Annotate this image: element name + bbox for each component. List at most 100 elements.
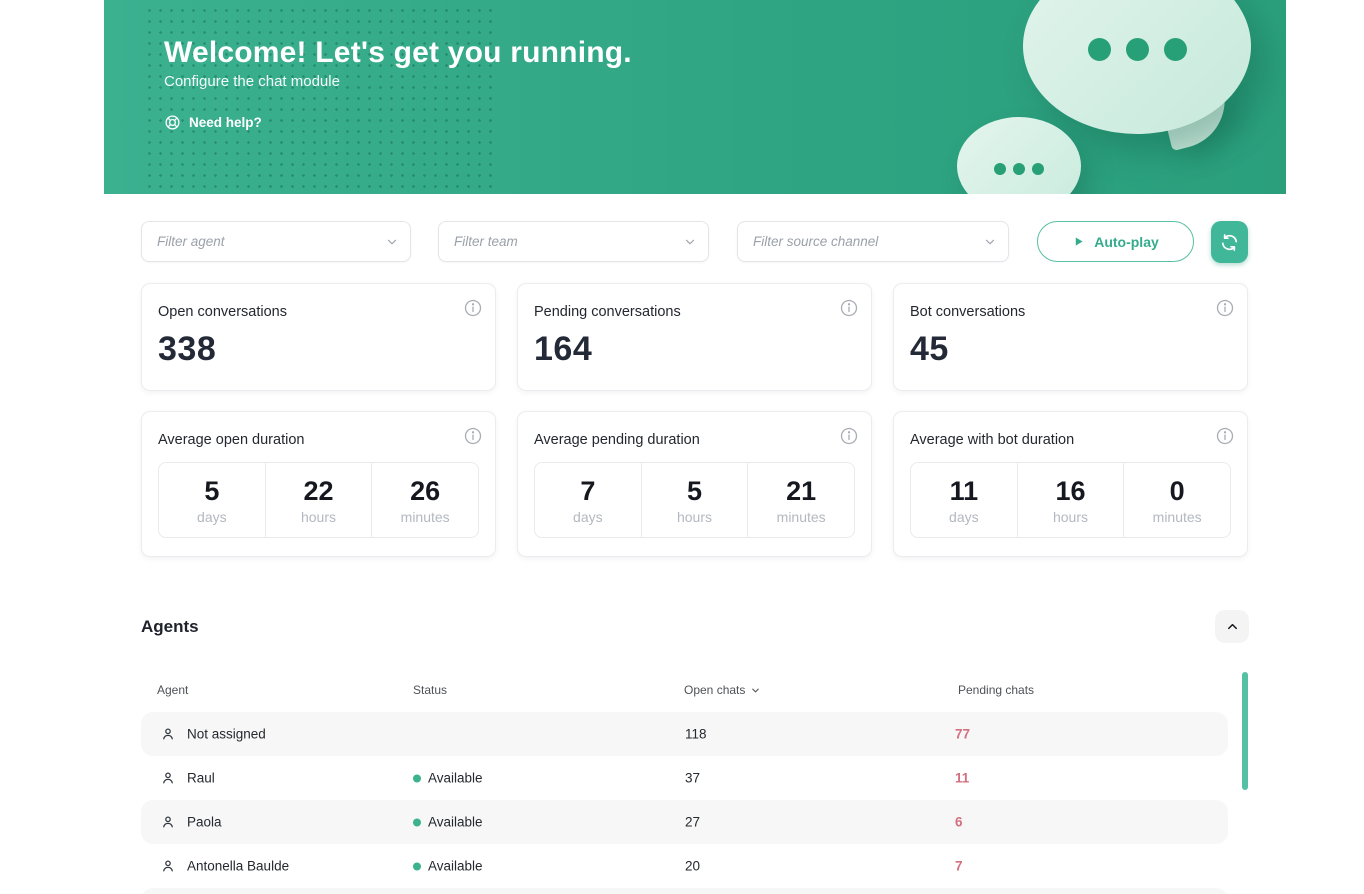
- status-label: Available: [428, 771, 483, 786]
- duration-box: 7days 5hours 21minutes: [534, 462, 855, 538]
- status-dot: [413, 862, 421, 870]
- card-title: Pending conversations: [534, 304, 855, 320]
- banner-title: Welcome! Let's get you running.: [164, 36, 632, 70]
- duration-days: 5 days: [159, 463, 265, 537]
- duration-unit: days: [949, 509, 979, 525]
- need-help-link[interactable]: Need help?: [164, 114, 262, 131]
- duration-value: 21: [786, 476, 816, 507]
- filter-agent-input[interactable]: [142, 222, 410, 261]
- bubble-dot: [1032, 163, 1044, 175]
- banner-subtitle: Configure the chat module: [164, 73, 340, 90]
- card-title: Bot conversations: [910, 304, 1231, 320]
- card-value: 338: [158, 330, 479, 369]
- average-with-bot-duration-card: Average with bot duration 11days 16hours…: [893, 411, 1248, 557]
- duration-minutes: 26minutes: [371, 463, 478, 537]
- info-icon[interactable]: [1215, 298, 1235, 318]
- info-icon[interactable]: [839, 298, 859, 318]
- refresh-button[interactable]: [1211, 221, 1248, 263]
- open-chats-value: 118: [685, 727, 707, 742]
- user-icon: [160, 814, 176, 830]
- agent-name: Not assigned: [187, 727, 266, 742]
- collapse-section-button[interactable]: [1215, 610, 1249, 643]
- user-icon: [160, 770, 176, 786]
- filter-source-channel-select[interactable]: [737, 221, 1009, 262]
- sort-chevron-down-icon: [750, 685, 761, 696]
- duration-days: 11days: [911, 463, 1017, 537]
- stats-row: Open conversations 338 Pending conversat…: [141, 283, 1249, 391]
- duration-hours: 5hours: [641, 463, 748, 537]
- agent-name: Paola: [187, 815, 222, 830]
- card-value: 45: [910, 330, 1231, 369]
- autoplay-button[interactable]: Auto-play: [1037, 221, 1194, 262]
- pending-chats-value: 77: [955, 727, 970, 742]
- status-dot: [413, 818, 421, 826]
- agents-table-body: Not assigned 118 77 Raul Available 37 11…: [141, 712, 1249, 894]
- column-header-open-label: Open chats: [684, 683, 745, 697]
- filter-team-input[interactable]: [439, 222, 708, 261]
- open-chats-value: 20: [685, 859, 700, 874]
- info-icon[interactable]: [463, 426, 483, 446]
- chevron-down-icon: [983, 235, 997, 249]
- pending-chats-value: 11: [955, 771, 969, 786]
- info-icon[interactable]: [839, 426, 859, 446]
- agent-name: Raul: [187, 771, 215, 786]
- card-value: 164: [534, 330, 855, 369]
- bubble-dot: [1013, 163, 1025, 175]
- duration-value: 0: [1170, 476, 1185, 507]
- open-chats-value: 27: [685, 815, 700, 830]
- filter-team-select[interactable]: [438, 221, 709, 262]
- bubble-dot: [994, 163, 1006, 175]
- user-icon: [160, 858, 176, 874]
- duration-value: 22: [303, 476, 333, 507]
- duration-unit: minutes: [1153, 509, 1202, 525]
- filter-agent-select[interactable]: [141, 221, 411, 262]
- table-row-partial: [141, 888, 1228, 894]
- agents-heading: Agents: [141, 617, 199, 637]
- chat-bubble-small: [957, 117, 1081, 194]
- chevron-down-icon: [683, 235, 697, 249]
- card-title: Average open duration: [158, 432, 479, 448]
- refresh-icon: [1220, 233, 1239, 252]
- column-header-status: Status: [413, 683, 447, 697]
- duration-minutes: 0 minutes: [1123, 463, 1230, 537]
- bubble-dot: [1088, 38, 1111, 61]
- info-icon[interactable]: [1215, 426, 1235, 446]
- column-header-pending-chats: Pending chats: [958, 683, 1034, 697]
- duration-hours: 16hours: [1017, 463, 1124, 537]
- table-row[interactable]: Raul Available 37 11: [141, 756, 1228, 800]
- chevron-up-icon: [1225, 619, 1240, 634]
- filters-toolbar: Auto-play: [141, 221, 1249, 262]
- agents-table-header: Agent Status Open chats Pending chats: [141, 683, 1249, 697]
- info-icon[interactable]: [463, 298, 483, 318]
- dot-pattern-decoration: [144, 5, 496, 194]
- duration-box: 5days 22hours 26minutes: [158, 462, 479, 538]
- average-pending-duration-card: Average pending duration 7days 5hours 21…: [517, 411, 872, 557]
- duration-unit: hours: [677, 509, 712, 525]
- agent-status: Available: [413, 771, 483, 786]
- card-title: Average with bot duration: [910, 432, 1231, 448]
- need-help-label: Need help?: [189, 115, 262, 130]
- column-header-agent: Agent: [157, 683, 188, 697]
- open-chats-value: 37: [685, 771, 700, 786]
- dashboard-page: Welcome! Let's get you running. Configur…: [0, 0, 1364, 894]
- table-row[interactable]: Antonella Baulde Available 20 7: [141, 844, 1228, 888]
- duration-unit: days: [197, 509, 227, 525]
- table-scrollbar-thumb[interactable]: [1242, 672, 1248, 790]
- filter-source-channel-input[interactable]: [738, 222, 1008, 261]
- table-row[interactable]: Not assigned 118 77: [141, 712, 1228, 756]
- user-icon: [160, 726, 176, 742]
- duration-value: 16: [1055, 476, 1085, 507]
- duration-unit: minutes: [777, 509, 826, 525]
- agent-status: Available: [413, 859, 483, 874]
- status-label: Available: [428, 859, 483, 874]
- status-dot: [413, 774, 421, 782]
- durations-row: Average open duration 5 days 22 hours 26mi…: [141, 411, 1249, 557]
- bubble-dot: [1164, 38, 1187, 61]
- bubble-dot: [1126, 38, 1149, 61]
- agents-header: Agents: [141, 610, 1249, 643]
- agents-section: Agents Agent Status Open chats Pending c…: [141, 610, 1249, 894]
- duration-value: 5: [204, 476, 219, 507]
- welcome-banner: Welcome! Let's get you running. Configur…: [104, 0, 1286, 194]
- column-header-open-chats[interactable]: Open chats: [684, 683, 761, 697]
- table-row[interactable]: Paola Available 27 6: [141, 800, 1228, 844]
